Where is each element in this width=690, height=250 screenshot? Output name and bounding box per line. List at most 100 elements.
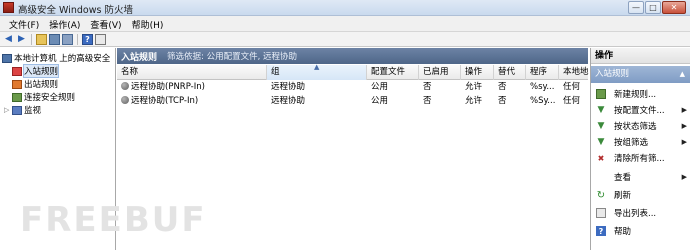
action-label: 查看 — [614, 173, 632, 183]
view-icon — [596, 172, 606, 182]
show-action-pane-icon[interactable] — [95, 33, 106, 45]
connection-security-icon — [12, 92, 22, 102]
menu-bar: 文件(F) 操作(A) 查看(V) 帮助(H) — [0, 16, 690, 32]
help-icon: ? — [596, 226, 606, 236]
disabled-rule-icon — [121, 96, 129, 104]
actions-section-inbound[interactable]: 入站规则 ▲ — [591, 66, 690, 83]
rule-group: 远程协助 — [271, 96, 306, 106]
filter-icon: ▼ — [597, 121, 605, 131]
actions-pane: 操作 入站规则 ▲ 新建规则... ▼ 按配置文件... ▶ ▼ 按状态筛选 ▶… — [590, 48, 690, 250]
tree-item-monitoring[interactable]: ▷ 监视 — [4, 104, 41, 116]
rule-enabled: 否 — [423, 82, 432, 92]
refresh-icon: ↻ — [596, 189, 606, 201]
monitoring-icon — [12, 105, 22, 115]
action-help[interactable]: ? 帮助 — [591, 224, 690, 238]
rule-program: %sy... — [530, 82, 555, 92]
close-button[interactable]: ✕ — [662, 1, 686, 14]
column-profile[interactable]: 配置文件 — [367, 65, 419, 80]
table-row[interactable]: 远程协助(PNRP-In) 远程协助 公用 否 允许 否 %sy... 任何 — [117, 81, 588, 94]
rule-profile: 公用 — [371, 82, 389, 92]
expand-icon[interactable]: ▷ — [4, 106, 11, 114]
rule-override: 否 — [498, 82, 507, 92]
show-console-tree-icon[interactable] — [49, 33, 60, 45]
title-bar: 高级安全 Windows 防火墙 — □ ✕ — [0, 0, 690, 16]
clear-filter-icon: ✖ — [597, 153, 605, 163]
rule-profile: 公用 — [371, 96, 389, 106]
column-name[interactable]: 名称 — [117, 65, 267, 80]
rule-name-cell: 远程协助(PNRP-In) — [117, 81, 267, 94]
action-label: 新建规则... — [614, 90, 657, 100]
action-view[interactable]: 查看 ▶ — [591, 170, 690, 184]
firewall-icon — [3, 2, 14, 13]
action-clear-filters[interactable]: ✖ 清除所有筛... — [591, 151, 690, 165]
action-new-rule[interactable]: 新建规则... — [591, 87, 690, 101]
filter-icon: ▼ — [597, 137, 605, 147]
tree-root-label: 本地计算机 上的高级安全 — [14, 54, 111, 64]
table-header: 名称 组 配置文件 已启用 操作 替代 程序 本地地 ▲ — [117, 63, 589, 80]
table-row[interactable]: 远程协助(TCP-In) 远程协助 公用 否 允许 否 %Sy... 任何 — [117, 95, 588, 108]
toolbar-separator — [31, 33, 32, 45]
action-filter-by-group[interactable]: ▼ 按组筛选 ▶ — [591, 135, 690, 149]
window-title: 高级安全 Windows 防火墙 — [18, 5, 133, 16]
column-action[interactable]: 操作 — [461, 65, 494, 80]
action-export-list[interactable]: 导出列表... — [591, 206, 690, 220]
action-label: 清除所有筛... — [614, 154, 665, 164]
minimize-button[interactable]: — — [628, 1, 644, 14]
rule-name-cell: 远程协助(TCP-In) — [117, 95, 267, 108]
tree-item-connection-security[interactable]: 连接安全规则 — [12, 91, 75, 103]
computer-shield-icon — [2, 53, 12, 63]
tree-item-label: 入站规则 — [22, 64, 60, 78]
export-list-icon — [596, 208, 606, 218]
action-refresh[interactable]: ↻ 刷新 — [591, 188, 690, 202]
rule-local-address: 任何 — [563, 96, 581, 106]
submenu-arrow-icon: ▶ — [681, 138, 687, 146]
column-enabled[interactable]: 已启用 — [419, 65, 461, 80]
action-label: 按组筛选 — [614, 138, 649, 148]
rule-action: 允许 — [465, 96, 483, 106]
forward-arrow-icon[interactable]: ▶ — [16, 34, 27, 45]
menu-help[interactable]: 帮助(H) — [127, 16, 169, 31]
action-label: 刷新 — [614, 191, 632, 201]
outbound-rules-icon — [12, 79, 22, 89]
submenu-arrow-icon: ▶ — [681, 106, 687, 114]
filter-text: 筛选依据: 公用配置文件, 远程协助 — [167, 52, 297, 62]
rule-group: 远程协助 — [271, 82, 306, 92]
folder-icon[interactable] — [36, 33, 47, 45]
action-label: 按状态筛选 — [614, 122, 657, 132]
column-local-address[interactable]: 本地地 — [559, 65, 589, 80]
menu-action[interactable]: 操作(A) — [44, 16, 85, 31]
actions-header: 操作 — [591, 48, 690, 64]
column-override[interactable]: 替代 — [494, 65, 526, 80]
action-label: 按配置文件... — [614, 106, 665, 116]
tree-root[interactable]: 本地计算机 上的高级安全 — [2, 52, 110, 64]
rule-name: 远程协助(TCP-In) — [131, 96, 199, 106]
tree-item-inbound-rules[interactable]: 入站规则 — [12, 64, 60, 78]
actions-section-label: 入站规则 — [595, 69, 630, 79]
help-icon[interactable]: ? — [82, 33, 93, 45]
tree-item-label: 连接安全规则 — [24, 93, 76, 103]
submenu-arrow-icon: ▶ — [681, 122, 687, 130]
rule-program: %Sy... — [530, 96, 556, 106]
rules-title: 入站规则 — [121, 52, 158, 63]
action-label: 帮助 — [614, 227, 632, 237]
column-program[interactable]: 程序 — [526, 65, 559, 80]
maximize-button[interactable]: □ — [645, 1, 661, 14]
tree-item-label: 监视 — [24, 106, 42, 116]
action-filter-by-state[interactable]: ▼ 按状态筛选 ▶ — [591, 119, 690, 133]
disabled-rule-icon — [121, 82, 129, 90]
rule-enabled: 否 — [423, 96, 432, 106]
toolbar: ◀ ▶ ? — [0, 32, 690, 47]
filter-icon: ▼ — [597, 105, 605, 115]
collapse-caret-icon[interactable]: ▲ — [680, 66, 685, 83]
rule-action: 允许 — [465, 82, 483, 92]
rule-name: 远程协助(PNRP-In) — [131, 82, 205, 92]
menu-file[interactable]: 文件(F) — [4, 16, 44, 31]
tree-item-outbound-rules[interactable]: 出站规则 — [12, 78, 58, 90]
menu-view[interactable]: 查看(V) — [85, 16, 126, 31]
window-controls: — □ ✕ — [628, 1, 686, 14]
properties-icon[interactable] — [62, 33, 73, 45]
toolbar-separator — [77, 33, 78, 45]
action-filter-by-profile[interactable]: ▼ 按配置文件... ▶ — [591, 103, 690, 117]
back-arrow-icon[interactable]: ◀ — [3, 34, 14, 45]
watermark: FREEBUF — [20, 200, 207, 240]
